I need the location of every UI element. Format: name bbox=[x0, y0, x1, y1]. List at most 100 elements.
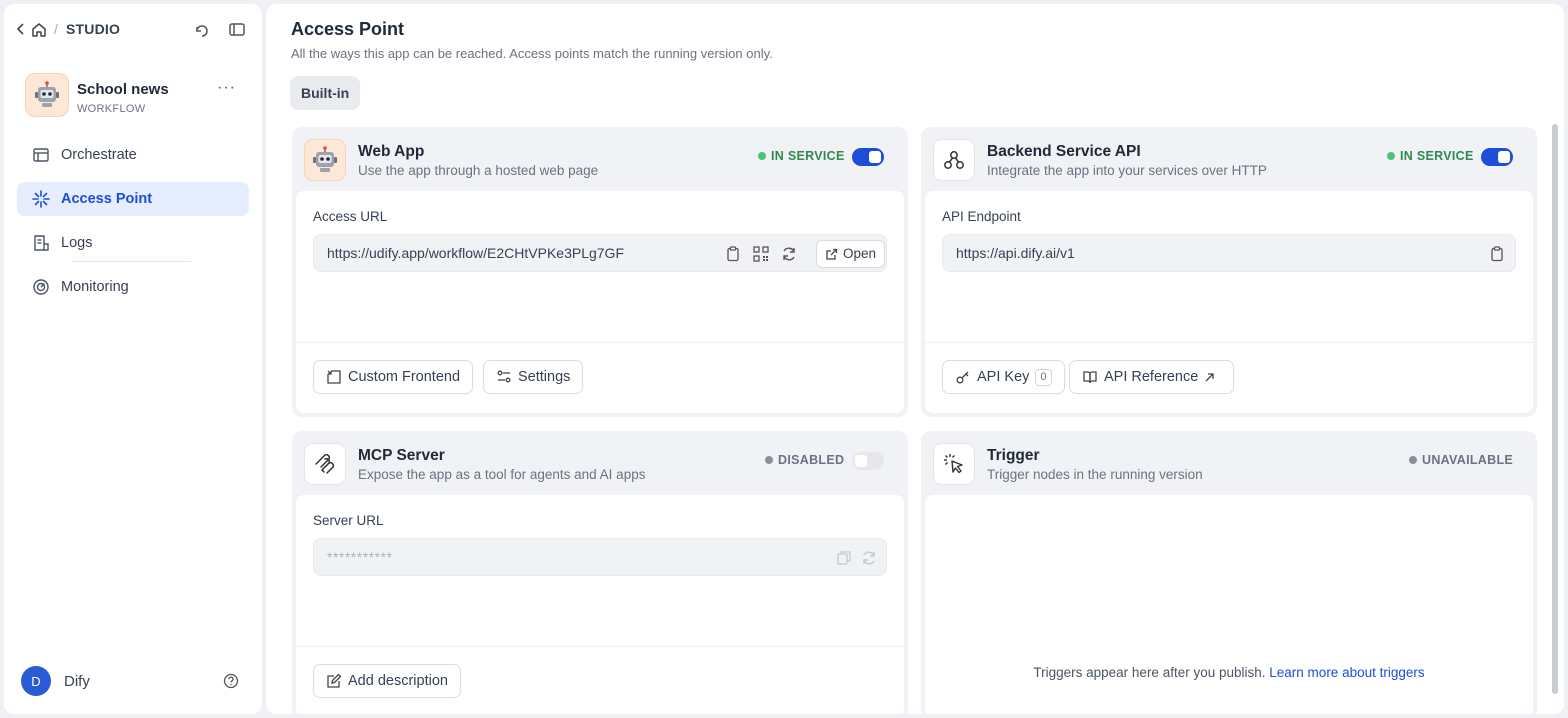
user-name: Dify bbox=[64, 673, 90, 690]
scrollbar[interactable] bbox=[1552, 124, 1558, 694]
api-endpoint-value: https://api.dify.ai/v1 bbox=[956, 245, 1075, 261]
trigger-card: Trigger Trigger nodes in the running ver… bbox=[921, 431, 1537, 714]
copy-icon[interactable] bbox=[724, 245, 742, 263]
tab-built-in[interactable]: Built-in bbox=[290, 76, 361, 110]
api-key-button[interactable]: API Key 0 bbox=[942, 360, 1065, 394]
help-icon[interactable] bbox=[223, 673, 239, 692]
page-title: Access Point bbox=[291, 19, 405, 39]
mcp-avatar bbox=[304, 443, 346, 485]
api-endpoint-label: API Endpoint bbox=[942, 209, 1021, 224]
add-description-button[interactable]: Add description bbox=[313, 664, 461, 698]
status-label: UNAVAILABLE bbox=[1422, 453, 1514, 467]
status-dot bbox=[765, 456, 773, 464]
trigger-title: Trigger bbox=[987, 447, 1040, 464]
add-description-label: Add description bbox=[348, 673, 448, 689]
trigger-description: Trigger nodes in the running version bbox=[987, 467, 1203, 482]
api-toggle[interactable] bbox=[1481, 148, 1513, 166]
external-link-icon bbox=[826, 248, 838, 260]
web-app-toggle[interactable] bbox=[852, 148, 884, 166]
breadcrumb-studio[interactable]: STUDIO bbox=[66, 21, 120, 37]
sidebar: / STUDIO School news WORKFLOW ··· Orches… bbox=[4, 4, 262, 714]
qr-code-icon[interactable] bbox=[752, 245, 770, 263]
api-reference-button[interactable]: API Reference bbox=[1069, 360, 1235, 394]
api-avatar bbox=[933, 139, 975, 181]
trigger-body: Triggers appear here after you publish. … bbox=[925, 495, 1533, 714]
main-content: Access Point All the ways this app can b… bbox=[266, 4, 1564, 714]
status-dot bbox=[1409, 456, 1417, 464]
mcp-body: Server URL *********** Add description bbox=[296, 495, 904, 714]
settings-label: Settings bbox=[518, 369, 571, 385]
more-options-icon[interactable]: ··· bbox=[217, 79, 236, 97]
cursor-click-icon bbox=[944, 454, 963, 474]
api-key-count-badge: 0 bbox=[1035, 368, 1052, 386]
open-button[interactable]: Open bbox=[816, 240, 886, 268]
nav-item-monitoring[interactable]: Monitoring bbox=[17, 270, 249, 304]
access-url-field: https://udify.app/workflow/E2CHtVPKe3PLg… bbox=[313, 234, 887, 272]
web-app-description: Use the app through a hosted web page bbox=[358, 163, 599, 178]
card-divider bbox=[296, 342, 904, 343]
api-endpoint-field: https://api.dify.ai/v1 bbox=[942, 234, 1516, 272]
user-avatar: D bbox=[21, 666, 51, 696]
refresh-icon[interactable] bbox=[193, 22, 211, 43]
access-url-label: Access URL bbox=[313, 209, 388, 224]
status-label: DISABLED bbox=[778, 453, 845, 467]
card-divider bbox=[296, 646, 904, 647]
sidebar-toggle-icon[interactable] bbox=[228, 22, 246, 41]
api-reference-label: API Reference bbox=[1104, 369, 1199, 385]
nav-label: Logs bbox=[61, 235, 93, 251]
page-subtitle: All the ways this app can be reached. Ac… bbox=[291, 46, 773, 61]
status-label: IN SERVICE bbox=[1400, 149, 1474, 163]
learn-more-triggers-link[interactable]: Learn more about triggers bbox=[1269, 665, 1424, 680]
custom-frontend-icon bbox=[327, 370, 341, 384]
robot-icon bbox=[313, 146, 337, 172]
regenerate-icon[interactable] bbox=[780, 245, 798, 263]
monitoring-icon bbox=[32, 278, 50, 296]
api-status: IN SERVICE bbox=[1387, 149, 1474, 163]
mcp-toggle[interactable] bbox=[852, 452, 884, 470]
logs-icon bbox=[32, 234, 50, 252]
mcp-icon bbox=[315, 453, 335, 474]
breadcrumb-separator: / bbox=[54, 21, 58, 37]
copy-icon[interactable] bbox=[1488, 245, 1506, 263]
app-avatar bbox=[25, 73, 69, 117]
server-url-field: *********** bbox=[313, 538, 887, 576]
nav-label: Access Point bbox=[61, 191, 153, 207]
settings-sliders-icon bbox=[497, 370, 511, 383]
trigger-empty-message: Triggers appear here after you publish. … bbox=[925, 665, 1533, 680]
nav-label: Orchestrate bbox=[61, 147, 137, 163]
nav-item-access-point[interactable]: Access Point bbox=[17, 182, 249, 216]
web-app-title: Web App bbox=[358, 143, 425, 160]
status-label: IN SERVICE bbox=[771, 149, 845, 163]
trigger-message-text: Triggers appear here after you publish. bbox=[1033, 665, 1266, 680]
user-account[interactable]: D Dify bbox=[21, 666, 253, 698]
web-app-status: IN SERVICE bbox=[758, 149, 845, 163]
mcp-server-card: MCP Server Expose the app as a tool for … bbox=[292, 431, 908, 714]
app-type: WORKFLOW bbox=[77, 103, 146, 115]
status-dot bbox=[1387, 152, 1395, 160]
sidebar-nav: Orchestrate Access Point Logs Monitoring bbox=[17, 138, 249, 314]
nav-item-orchestrate[interactable]: Orchestrate bbox=[17, 138, 249, 172]
open-label: Open bbox=[843, 246, 877, 261]
api-description: Integrate the app into your services ove… bbox=[987, 163, 1267, 178]
regenerate-icon bbox=[860, 549, 878, 567]
sidebar-topbar: / STUDIO bbox=[4, 4, 262, 56]
web-app-body: Access URL https://udify.app/workflow/E2… bbox=[296, 191, 904, 413]
nav-item-logs[interactable]: Logs bbox=[17, 226, 249, 260]
access-url-value: https://udify.app/workflow/E2CHtVPKe3PLg… bbox=[327, 245, 624, 261]
robot-icon bbox=[35, 81, 59, 107]
settings-button[interactable]: Settings bbox=[483, 360, 584, 394]
key-icon bbox=[956, 371, 969, 384]
edit-icon bbox=[327, 673, 342, 688]
orchestrate-icon bbox=[32, 146, 50, 164]
home-icon[interactable] bbox=[30, 21, 48, 42]
back-chevron-icon[interactable] bbox=[16, 22, 26, 38]
backend-api-card: Backend Service API Integrate the app in… bbox=[921, 127, 1537, 417]
nav-divider bbox=[71, 261, 191, 262]
webhook-icon bbox=[944, 151, 964, 169]
custom-frontend-button[interactable]: Custom Frontend bbox=[313, 360, 474, 394]
app-info: School news WORKFLOW ··· bbox=[25, 73, 255, 119]
api-key-label: API Key bbox=[977, 369, 1030, 385]
access-point-icon bbox=[32, 190, 50, 208]
api-title: Backend Service API bbox=[987, 143, 1141, 160]
card-divider bbox=[925, 342, 1533, 343]
